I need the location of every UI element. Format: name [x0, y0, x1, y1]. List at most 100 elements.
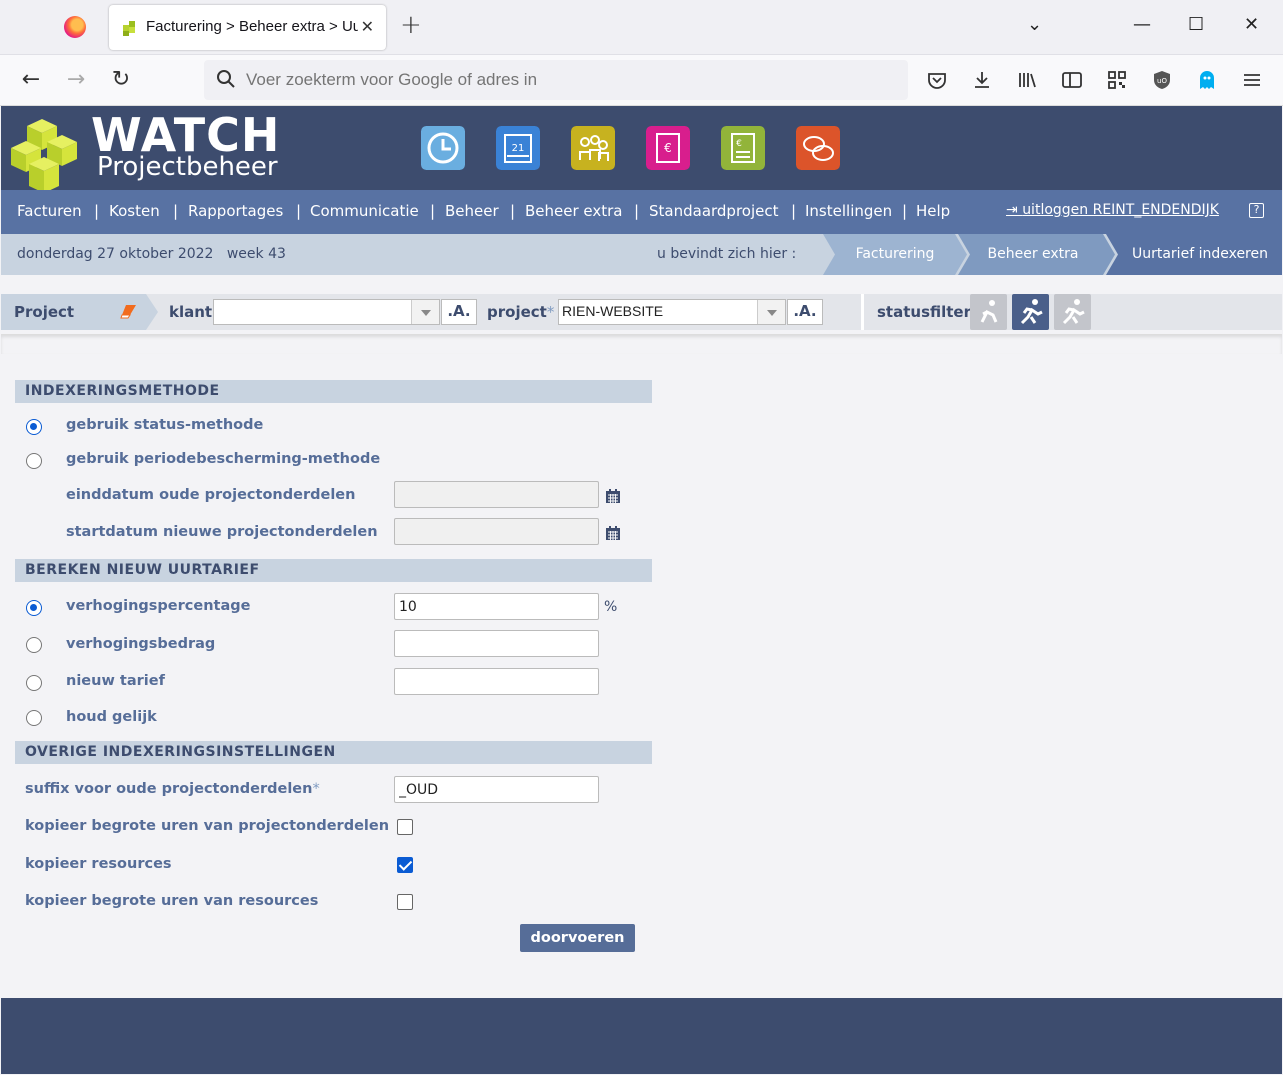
- copy-hours-resources-label: kopieer begrote uren van resources: [25, 893, 319, 909]
- required-mark: *: [312, 781, 320, 797]
- list-tabs-icon[interactable]: ⌄: [1027, 14, 1042, 35]
- svg-text:21: 21: [512, 143, 525, 154]
- library-icon[interactable]: [1016, 69, 1038, 91]
- pct-label[interactable]: verhogingspercentage: [66, 598, 250, 614]
- reader-view-icon[interactable]: [1061, 69, 1083, 91]
- project-tab-label: Project: [14, 303, 75, 321]
- copy-hours-parts-checkbox[interactable]: [397, 819, 413, 835]
- doorvoeren-button[interactable]: doorvoeren: [520, 924, 635, 952]
- keep-label[interactable]: houd gelijk: [66, 709, 157, 725]
- ublock-shield-icon[interactable]: uO: [1151, 69, 1173, 91]
- back-icon[interactable]: ←: [18, 67, 44, 92]
- section-overige-instellingen: OVERIGE INDEXERINGSINSTELLINGEN: [15, 741, 652, 764]
- menu-item-instellingen[interactable]: Instellingen: [805, 202, 892, 220]
- status-method-label[interactable]: gebruik status-methode: [66, 417, 263, 433]
- watch-logo-icon[interactable]: [7, 116, 87, 196]
- period-method-label[interactable]: gebruik periodebescherming-methode: [66, 451, 380, 467]
- url-input[interactable]: [246, 68, 886, 92]
- klant-input[interactable]: [217, 303, 407, 319]
- enddate-input[interactable]: [394, 481, 599, 508]
- minimize-icon[interactable]: —: [1133, 14, 1151, 35]
- page: WATCH Projectbeheer 21 € € Facturen | Ko…: [1, 106, 1282, 1074]
- chevron-down-icon[interactable]: [411, 300, 439, 324]
- calendar-icon[interactable]: [605, 525, 621, 541]
- menu-separator: |: [173, 202, 179, 220]
- logout-link[interactable]: ⇥ uitloggen REINT_ENDENDIJK: [1006, 202, 1219, 218]
- pct-input[interactable]: [394, 593, 599, 620]
- close-tab-icon[interactable]: ✕: [361, 17, 374, 36]
- breadcrumb-beheer-extra[interactable]: Beheer extra: [970, 234, 1096, 275]
- menu-item-help[interactable]: Help: [916, 202, 950, 220]
- klant-a-button[interactable]: .A.: [441, 299, 477, 325]
- project-bar: Project klant .A. project* .A. statusfil…: [1, 294, 1282, 330]
- browser-navbar: ← → ↻ uO: [0, 55, 1283, 106]
- startdate-input[interactable]: [394, 518, 599, 545]
- download-icon[interactable]: [971, 69, 993, 91]
- date-text: donderdag 27 oktober 2022: [17, 246, 214, 262]
- menu-item-kosten[interactable]: Kosten: [109, 202, 160, 220]
- firefox-icon[interactable]: [64, 16, 86, 38]
- project-tab: Project: [1, 294, 146, 330]
- klant-label: klant: [169, 303, 213, 321]
- new-rate-input[interactable]: [394, 668, 599, 695]
- new-rate-label[interactable]: nieuw tarief: [66, 673, 165, 689]
- menu-item-beheer[interactable]: Beheer: [445, 202, 499, 220]
- chevron-down-icon[interactable]: [757, 300, 785, 324]
- amount-radio[interactable]: [26, 637, 42, 653]
- copy-resources-checkbox[interactable]: [397, 857, 413, 873]
- menu-item-rapportages[interactable]: Rapportages: [188, 202, 283, 220]
- tab-title: Facturering > Beheer extra > Uurtarief i…: [146, 18, 358, 35]
- maximize-icon[interactable]: ☐: [1188, 14, 1204, 35]
- menu-item-communicatie[interactable]: Communicatie: [310, 202, 419, 220]
- copy-hours-resources-checkbox[interactable]: [397, 894, 413, 910]
- forward-icon[interactable]: →: [63, 67, 89, 92]
- statusfilter-box: statusfilter: [861, 294, 1282, 330]
- ghostery-icon[interactable]: [1196, 69, 1218, 91]
- breadcrumb-facturering[interactable]: Facturering: [835, 234, 955, 275]
- main-menu: Facturen | Kosten | Rapportages | Commun…: [1, 190, 1282, 234]
- menu-item-beheer-extra[interactable]: Beheer extra: [525, 202, 623, 220]
- week-text: week 43: [226, 246, 286, 262]
- page-footer: [1, 998, 1282, 1074]
- calendar-app-icon[interactable]: 21: [496, 126, 540, 170]
- eraser-icon[interactable]: [120, 303, 138, 319]
- close-window-icon[interactable]: ✕: [1244, 14, 1259, 35]
- url-bar[interactable]: [204, 60, 908, 100]
- project-a-button[interactable]: .A.: [787, 299, 823, 325]
- menu-item-standaardproject[interactable]: Standaardproject: [649, 202, 779, 220]
- amount-input[interactable]: [394, 630, 599, 657]
- project-select[interactable]: [558, 299, 786, 325]
- chat-app-icon[interactable]: [796, 126, 840, 170]
- amount-label[interactable]: verhogingsbedrag: [66, 636, 215, 652]
- menu-item-facturen[interactable]: Facturen: [17, 202, 82, 220]
- status-method-radio[interactable]: [26, 419, 42, 435]
- suffix-input[interactable]: [394, 776, 599, 803]
- menu-separator: |: [791, 202, 797, 220]
- project-label-text: project: [487, 303, 547, 321]
- hamburger-menu-icon[interactable]: [1241, 69, 1263, 91]
- calendar-icon[interactable]: [605, 488, 621, 504]
- status-filter-inactive-icon[interactable]: [970, 294, 1007, 330]
- new-tab-button[interactable]: +: [400, 12, 422, 38]
- location-label: u bevindt zich hier :: [657, 246, 797, 262]
- new-rate-radio[interactable]: [26, 675, 42, 691]
- people-app-icon[interactable]: [571, 126, 615, 170]
- toolbar-divider: [1, 334, 1282, 354]
- pct-radio[interactable]: [26, 600, 42, 616]
- qr-code-icon[interactable]: [1106, 69, 1128, 91]
- menu-separator: |: [296, 202, 302, 220]
- calculator-app-icon[interactable]: €: [721, 126, 765, 170]
- klant-select[interactable]: [213, 299, 440, 325]
- status-filter-done-icon[interactable]: [1054, 294, 1091, 330]
- status-filter-active-icon[interactable]: [1012, 294, 1049, 330]
- svg-text:€: €: [664, 141, 672, 155]
- keep-radio[interactable]: [26, 710, 42, 726]
- reload-icon[interactable]: ↻: [108, 67, 134, 92]
- invoice-app-icon[interactable]: €: [646, 126, 690, 170]
- period-method-radio[interactable]: [26, 453, 42, 469]
- clock-app-icon[interactable]: [421, 126, 465, 170]
- project-input[interactable]: [562, 303, 752, 319]
- pocket-icon[interactable]: [926, 69, 948, 91]
- browser-tab[interactable]: Facturering > Beheer extra > Uurtarief i…: [109, 5, 386, 50]
- help-icon[interactable]: ?: [1249, 203, 1264, 218]
